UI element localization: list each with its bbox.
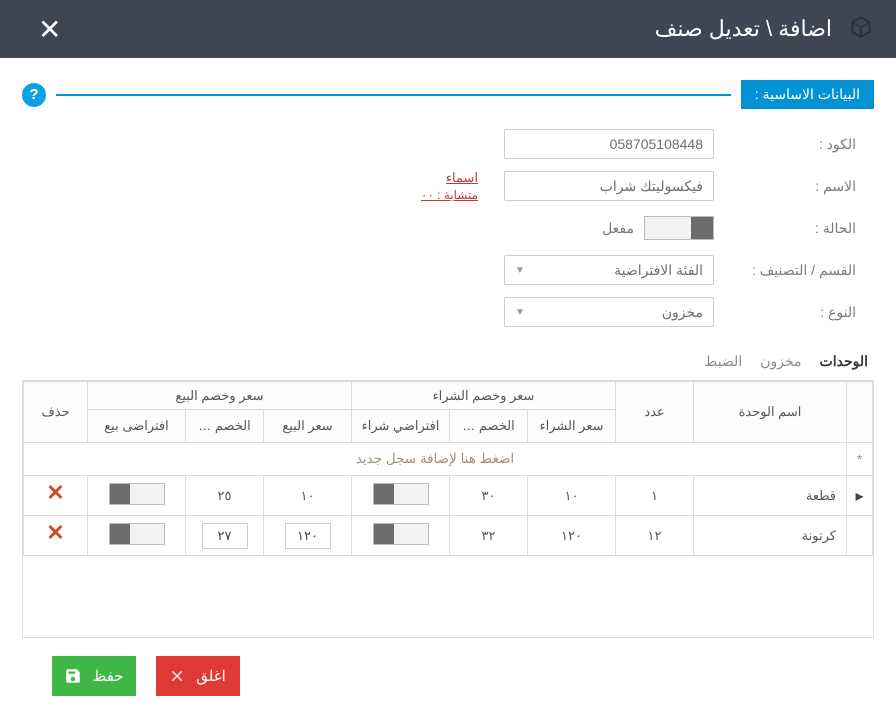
row-indicator bbox=[847, 516, 873, 556]
label-name: الاسم : bbox=[736, 178, 856, 195]
cell-delete: ✕ bbox=[24, 516, 88, 556]
units-grid: اسم الوحدة عدد سعر وخصم الشراء سعر وخصم … bbox=[23, 381, 873, 556]
section-divider bbox=[56, 94, 731, 96]
close-icon bbox=[170, 668, 186, 684]
grid-add-hint[interactable]: اضغط هنا لإضافة سجل جديد bbox=[24, 443, 847, 476]
table-row[interactable]: ▸ قطعة ١ ١٠ ٣٠ ١٠ ٢٥ ✕ bbox=[24, 476, 873, 516]
cube-icon bbox=[848, 14, 874, 45]
col-sell-price[interactable]: سعر البيع bbox=[264, 410, 352, 443]
sell-disc-input[interactable] bbox=[202, 523, 248, 549]
cell-buy-disc[interactable]: ٣٠ bbox=[450, 476, 528, 516]
label-code: الكود : bbox=[736, 136, 856, 153]
cell-sell-price[interactable] bbox=[264, 516, 352, 556]
close-button[interactable]: اغلق bbox=[156, 656, 240, 696]
close-button-label: اغلق bbox=[196, 667, 226, 685]
help-icon[interactable]: ? bbox=[22, 83, 46, 107]
row-type: النوع : مخزون ▼ bbox=[40, 291, 856, 333]
col-sell-default[interactable]: افتراضى بيع bbox=[88, 410, 186, 443]
grid-group-row: اسم الوحدة عدد سعر وخصم الشراء سعر وخصم … bbox=[24, 382, 873, 410]
close-icon[interactable]: ✕ bbox=[38, 13, 61, 46]
label-type: النوع : bbox=[736, 304, 856, 321]
cell-buy-disc[interactable]: ٣٢ bbox=[450, 516, 528, 556]
delete-icon[interactable]: ✕ bbox=[46, 480, 64, 505]
cell-unit[interactable]: كرتونة bbox=[694, 516, 847, 556]
tabs-area: الوحدات مخزون الضبط bbox=[0, 341, 896, 380]
row-indicator: ▸ bbox=[847, 476, 873, 516]
grid-add-indicator: * bbox=[847, 443, 873, 476]
col-unit-name[interactable]: اسم الوحدة bbox=[694, 382, 847, 443]
cell-buy-price[interactable]: ١٠ bbox=[528, 476, 616, 516]
row-name: الاسم : اسماء متشابة : ٠٠ bbox=[40, 165, 856, 207]
titlebar-title: اضافة \ تعديل صنف bbox=[655, 16, 832, 42]
save-button[interactable]: حفظ bbox=[52, 656, 136, 696]
chevron-down-icon: ▼ bbox=[515, 307, 525, 318]
similar-names-count[interactable]: متشابة : ٠٠ bbox=[421, 187, 478, 204]
type-select[interactable]: مخزون ▼ bbox=[504, 297, 714, 327]
grid-indicator-header bbox=[847, 382, 873, 443]
code-input[interactable] bbox=[504, 129, 714, 159]
cell-sell-default[interactable] bbox=[88, 476, 186, 516]
titlebar-left: اضافة \ تعديل صنف bbox=[655, 14, 874, 45]
toggle-buy-default[interactable] bbox=[373, 523, 429, 545]
footer: اغلق حفظ bbox=[0, 638, 896, 720]
sell-price-input[interactable] bbox=[285, 523, 331, 549]
col-buy-disc[interactable]: الخصم … bbox=[450, 410, 528, 443]
status-text: مفعل bbox=[602, 220, 634, 237]
cell-unit[interactable]: قطعة bbox=[694, 476, 847, 516]
col-sell-disc[interactable]: الخصم … bbox=[186, 410, 264, 443]
tab-settings[interactable]: الضبط bbox=[704, 353, 742, 370]
grid-frame: اسم الوحدة عدد سعر وخصم الشراء سعر وخصم … bbox=[22, 380, 874, 638]
type-value: مخزون bbox=[662, 304, 703, 321]
row-category: القسم / التصنيف : الفئة الافتراضية ▼ bbox=[40, 249, 856, 291]
category-value: الفئة الافتراضية bbox=[614, 262, 703, 279]
cell-sell-default[interactable] bbox=[88, 516, 186, 556]
status-toggle-wrap: مفعل bbox=[504, 216, 714, 240]
col-buy-price[interactable]: سعر الشراء bbox=[528, 410, 616, 443]
cell-delete: ✕ bbox=[24, 476, 88, 516]
toggle-sell-default[interactable] bbox=[109, 483, 165, 505]
form: الكود : الاسم : اسماء متشابة : ٠٠ الحالة… bbox=[0, 119, 896, 341]
cell-sell-disc[interactable] bbox=[186, 516, 264, 556]
col-delete: حذف bbox=[24, 382, 88, 443]
table-row[interactable]: كرتونة ١٢ ١٢٠ ٣٢ ✕ bbox=[24, 516, 873, 556]
grid-add-row[interactable]: * اضغط هنا لإضافة سجل جديد bbox=[24, 443, 873, 476]
section-header: البيانات الاساسية : ? bbox=[0, 58, 896, 119]
cell-count[interactable]: ١ bbox=[616, 476, 694, 516]
col-group-buy: سعر وخصم الشراء bbox=[352, 382, 616, 410]
status-toggle[interactable] bbox=[644, 216, 714, 240]
tab-units[interactable]: الوحدات bbox=[820, 353, 868, 370]
cell-sell-price[interactable]: ١٠ bbox=[264, 476, 352, 516]
row-code: الكود : bbox=[40, 123, 856, 165]
row-status: الحالة : مفعل bbox=[40, 207, 856, 249]
col-group-sell: سعر وخصم البيع bbox=[88, 382, 352, 410]
name-input[interactable] bbox=[504, 171, 714, 201]
delete-icon[interactable]: ✕ bbox=[46, 520, 64, 545]
section-heading: البيانات الاساسية : bbox=[741, 80, 874, 109]
col-count[interactable]: عدد bbox=[616, 382, 694, 443]
category-select[interactable]: الفئة الافتراضية ▼ bbox=[504, 255, 714, 285]
save-icon bbox=[64, 667, 82, 685]
similar-names-link[interactable]: اسماء bbox=[446, 169, 478, 187]
tab-stock[interactable]: مخزون bbox=[760, 353, 801, 370]
col-buy-default[interactable]: افتراضي شراء bbox=[352, 410, 450, 443]
label-category: القسم / التصنيف : bbox=[736, 262, 856, 279]
toggle-sell-default[interactable] bbox=[109, 523, 165, 545]
cell-buy-price[interactable]: ١٢٠ bbox=[528, 516, 616, 556]
label-status: الحالة : bbox=[736, 220, 856, 237]
cell-sell-disc[interactable]: ٢٥ bbox=[186, 476, 264, 516]
tabstrip: الوحدات مخزون الضبط bbox=[22, 341, 874, 380]
save-button-label: حفظ bbox=[92, 667, 123, 685]
cell-buy-default[interactable] bbox=[352, 516, 450, 556]
cell-buy-default[interactable] bbox=[352, 476, 450, 516]
titlebar: اضافة \ تعديل صنف ✕ bbox=[0, 0, 896, 58]
chevron-down-icon: ▼ bbox=[515, 265, 525, 276]
cell-count[interactable]: ١٢ bbox=[616, 516, 694, 556]
toggle-buy-default[interactable] bbox=[373, 483, 429, 505]
